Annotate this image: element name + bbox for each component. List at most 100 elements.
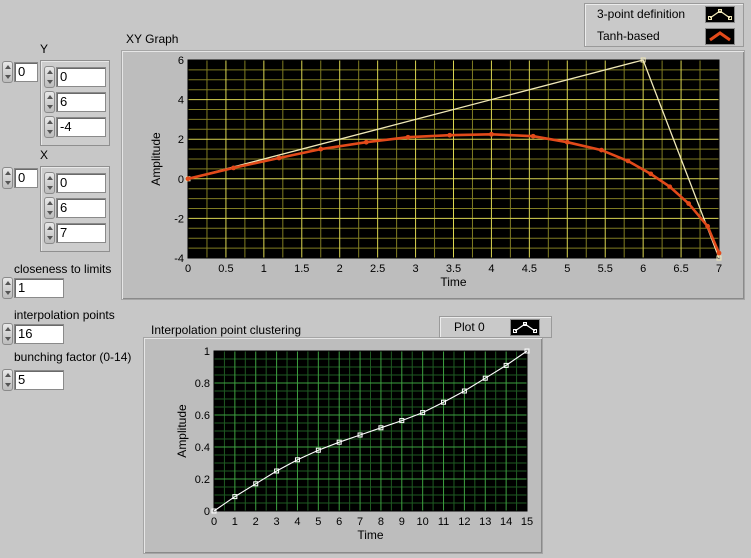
legend-swatch-tanh (705, 28, 735, 45)
x-2-spinner[interactable] (44, 222, 55, 244)
legend-swatch-3-point (705, 6, 735, 23)
legend-label-3-point: 3-point definition (597, 7, 686, 21)
xy-graph-title: XY Graph (126, 32, 179, 46)
xy-graph-chart[interactable]: 0 0.5 1 1.5 2 2.5 3 3.5 4 4.5 5 5.5 6 6.5 7 -4 -2 0 2 4 6 Tim… (121, 50, 743, 298)
bunching-field[interactable]: 5 (14, 370, 64, 390)
y-tick-label: 0.2 (195, 474, 210, 486)
y-tick-label: 6 (178, 55, 184, 67)
data-point (363, 139, 369, 145)
y-tick-label: 0.8 (195, 378, 210, 390)
x-tick-label: 3 (413, 263, 419, 275)
data-point (276, 155, 282, 161)
y-tick-label: -4 (174, 253, 184, 265)
x-tick-label: 13 (479, 516, 491, 528)
x-tick-label: 4.5 (522, 263, 537, 275)
x-tick-label: 10 (417, 516, 429, 528)
x-array-label: X (40, 148, 49, 162)
x-tick-label: 4 (294, 516, 300, 528)
x-tick-label: 1 (232, 516, 238, 528)
x-tick-label: 6 (640, 263, 646, 275)
data-point (318, 146, 324, 152)
x-tick-label: 6 (336, 516, 342, 528)
y-1-spinner[interactable] (44, 91, 55, 113)
data-point (564, 139, 570, 145)
x-tick-label: 3 (274, 516, 280, 528)
x-tick-label: 0.5 (218, 263, 233, 275)
y-axis-label: Amplitude (175, 404, 189, 458)
data-point (231, 165, 236, 171)
y-1-field[interactable]: 6 (56, 92, 106, 112)
x-tick-label: 2 (337, 263, 343, 275)
y-tick-label: 0.4 (195, 442, 210, 454)
y-tick-label: 4 (178, 95, 184, 107)
x-tick-label: 14 (500, 516, 512, 528)
x-axis-label: Time (357, 528, 384, 542)
x-tick-label: 7 (357, 516, 363, 528)
interp-points-spinner[interactable] (2, 323, 13, 345)
x-tick-label: 12 (458, 516, 470, 528)
x-tick-label: 5 (315, 516, 321, 528)
x-2-field[interactable]: 7 (56, 223, 106, 243)
y-2-field[interactable]: -4 (56, 117, 106, 137)
x-tick-label: 0 (185, 263, 191, 275)
data-point (716, 250, 722, 256)
x-tick-label: 1 (261, 263, 267, 275)
data-point (705, 223, 711, 229)
x-axis-label: Time (440, 275, 467, 289)
data-point (599, 147, 604, 153)
y-index-spinner[interactable] (2, 61, 13, 83)
data-point (648, 171, 654, 177)
y-2-spinner[interactable] (44, 116, 55, 138)
data-point (185, 176, 191, 182)
data-point (530, 133, 536, 139)
x-tick-label: 5 (564, 263, 570, 275)
y-axis-label: Amplitude (149, 132, 163, 186)
clustering-graph-title: Interpolation point clustering (151, 323, 302, 337)
legend-item-tanh[interactable]: Tanh-based (585, 26, 743, 47)
x-tick-label: 0 (211, 516, 217, 528)
y-tick-label: 0.6 (195, 410, 210, 422)
x-index-field[interactable]: 0 (14, 168, 38, 188)
x-index-spinner[interactable] (2, 167, 13, 189)
y-array-label: Y (40, 42, 49, 56)
y-tick-label: 0 (204, 506, 210, 518)
y-0-field[interactable]: 0 (56, 67, 106, 87)
y-tick-label: -2 (174, 213, 184, 225)
x-tick-label: 9 (399, 516, 405, 528)
x-1-spinner[interactable] (44, 197, 55, 219)
legend-label-plot-0: Plot 0 (454, 320, 485, 334)
x-tick-label: 15 (521, 516, 533, 528)
legend-label-tanh: Tanh-based (597, 29, 660, 43)
legend-item-3-point[interactable]: 3-point definition (585, 4, 743, 25)
interp-points-field[interactable]: 16 (14, 324, 64, 344)
x-0-spinner[interactable] (44, 172, 55, 194)
closeness-field[interactable]: 1 (14, 278, 64, 298)
clustering-graph-chart[interactable]: 0 1 2 3 4 5 6 7 8 9 10 11 12 13 14 1500.20.40.60.81Time… (143, 337, 541, 552)
x-tick-label: 6.5 (673, 263, 688, 275)
closeness-spinner[interactable] (2, 277, 13, 299)
xy-graph-legend[interactable]: 3-point definition Tanh-based (584, 3, 744, 47)
x-tick-label: 1.5 (294, 263, 309, 275)
data-point (489, 131, 494, 137)
x-tick-label: 2.5 (370, 263, 385, 275)
x-tick-label: 11 (438, 516, 449, 528)
x-1-field[interactable]: 6 (56, 198, 106, 218)
y-tick-label: 2 (178, 134, 184, 146)
data-point (686, 201, 692, 206)
x-0-field[interactable]: 0 (56, 173, 106, 193)
data-point (447, 132, 453, 138)
data-point (405, 134, 411, 140)
x-tick-label: 4 (488, 263, 494, 275)
data-point (625, 158, 631, 164)
interp-points-label: interpolation points (14, 308, 115, 322)
y-0-spinner[interactable] (44, 66, 55, 88)
y-index-field[interactable]: 0 (14, 62, 38, 82)
data-point (667, 184, 673, 190)
y-tick-label: 1 (204, 346, 210, 358)
bunching-spinner[interactable] (2, 369, 13, 391)
closeness-label: closeness to limits (14, 262, 112, 276)
y-tick-label: 0 (178, 174, 184, 186)
legend-swatch-plot-0 (510, 319, 540, 336)
clustering-graph-legend[interactable]: Plot 0 (439, 316, 552, 338)
x-tick-label: 3.5 (446, 263, 461, 275)
